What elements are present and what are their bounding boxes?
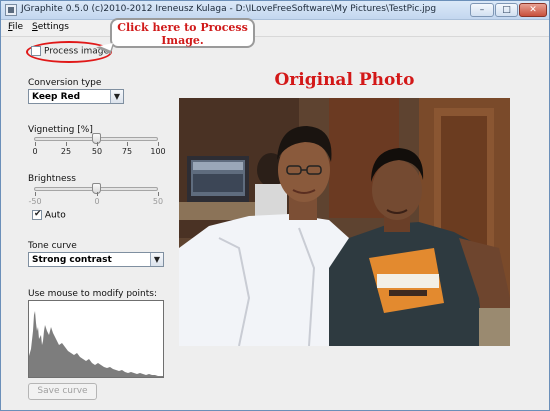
save-curve-button[interactable]: Save curve: [28, 383, 97, 400]
slider-tick-label: 50: [152, 197, 164, 206]
brightness-label: Brightness: [28, 174, 76, 184]
photo-image: [179, 98, 510, 346]
slider-tick-label: 0: [94, 197, 100, 206]
callout-line-1: Click here to Process: [117, 21, 248, 34]
slider-tick-mark: [127, 142, 128, 146]
slider-tick-label: 75: [121, 147, 133, 156]
slider-tick-mark: [97, 192, 98, 196]
vignetting-label: Vignetting [%]: [28, 125, 93, 135]
tone-curve-value: Strong contrast: [32, 255, 112, 265]
slider-tick-label: 0: [32, 147, 38, 156]
slider-tick-label: 25: [60, 147, 72, 156]
maximize-button[interactable]: □: [495, 3, 518, 17]
app-icon: [5, 4, 17, 16]
menu-settings-label: ettings: [37, 22, 69, 32]
slider-tick-mark: [97, 142, 98, 146]
auto-label: Auto: [44, 210, 66, 221]
slider-tick-label: 50: [91, 147, 103, 156]
menu-file-label: ile: [12, 22, 24, 32]
tone-curve-editor[interactable]: [28, 300, 164, 378]
histogram-area: [29, 311, 163, 377]
slider-tick-mark: [35, 142, 36, 146]
conversion-type-select[interactable]: Keep Red ▼: [28, 89, 124, 104]
conversion-type-value: Keep Red: [32, 92, 81, 102]
close-button[interactable]: ✕: [519, 3, 547, 17]
menu-bar: File Settings: [1, 20, 549, 37]
auto-box[interactable]: [32, 209, 42, 220]
menu-file[interactable]: File: [8, 22, 23, 32]
menu-settings[interactable]: Settings: [32, 22, 69, 32]
slider-tick-mark: [158, 192, 159, 196]
slider-tick-label: -50: [28, 197, 42, 206]
slider-tick-mark: [66, 142, 67, 146]
minimize-button[interactable]: –: [470, 3, 494, 17]
photo-title: Original Photo: [274, 70, 415, 90]
histogram-label: Use mouse to modify points:: [28, 289, 157, 299]
slider-tick-label: 100: [150, 147, 166, 156]
window-title: JGraphite 0.5.0 (c)2010-2012 Ireneusz Ku…: [21, 4, 437, 14]
histogram-graph[interactable]: [29, 301, 163, 377]
slider-tick-mark: [158, 142, 159, 146]
app-window: JGraphite 0.5.0 (c)2010-2012 Ireneusz Ku…: [0, 0, 550, 411]
auto-checkbox[interactable]: Auto: [32, 209, 66, 221]
chevron-down-icon[interactable]: ▼: [110, 90, 123, 103]
tone-curve-select[interactable]: Strong contrast ▼: [28, 252, 164, 267]
photo-preview: [179, 98, 510, 346]
callout-bubble: Click here to Process Image.: [110, 18, 255, 48]
title-bar[interactable]: JGraphite 0.5.0 (c)2010-2012 Ireneusz Ku…: [1, 1, 549, 20]
tone-curve-label: Tone curve: [28, 241, 77, 251]
chevron-down-icon[interactable]: ▼: [150, 253, 163, 266]
slider-tick-mark: [35, 192, 36, 196]
process-image-box[interactable]: [31, 46, 41, 56]
callout-line-2: Image.: [161, 34, 204, 47]
conversion-type-label: Conversion type: [28, 78, 102, 88]
